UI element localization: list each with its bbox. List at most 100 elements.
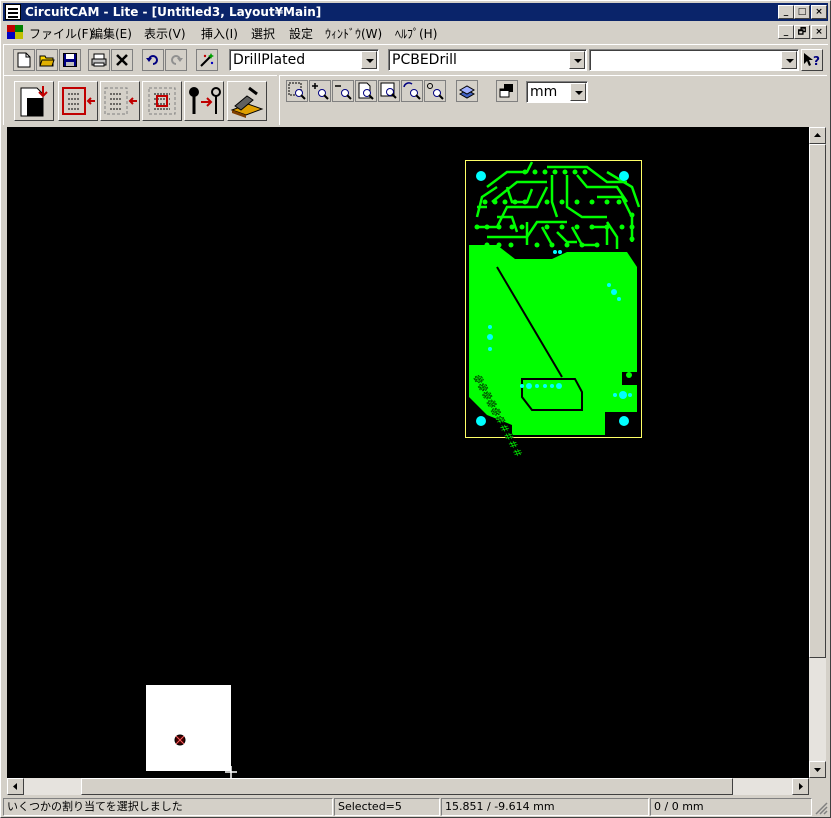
zoom-page-button[interactable] (355, 80, 377, 102)
menu-edit[interactable]: 編集(E) (91, 25, 132, 42)
arrow-up-icon (814, 133, 821, 137)
zoom-out-icon (335, 85, 352, 100)
pcb-layout-view[interactable]: ########## (7, 127, 809, 778)
window-stack-icon (499, 84, 513, 98)
doc-minimize-button[interactable]: _ (778, 25, 794, 39)
window-layout-button[interactable] (496, 80, 518, 102)
scroll-right-button[interactable] (792, 778, 809, 795)
horizontal-scrollbar[interactable] (7, 778, 809, 795)
minimize-button[interactable]: _ (778, 5, 794, 19)
import-file-button[interactable] (14, 81, 54, 121)
zoom-out-button[interactable] (332, 80, 354, 102)
zoom-in-button[interactable] (309, 80, 331, 102)
contour-routing-icon (62, 87, 95, 115)
insulate-button[interactable] (100, 81, 140, 121)
pcb-copper-layer: ########## (469, 161, 641, 460)
arrow-right-icon (799, 783, 803, 790)
scroll-up-button[interactable] (809, 127, 826, 144)
resize-grip-icon[interactable] (814, 801, 828, 815)
zoom-in-icon (312, 83, 329, 100)
horizontal-scroll-thumb[interactable] (81, 778, 733, 795)
menu-bar: ファイル(F) 編集(E) 表示(V) 挿入(I) 選択 設定 ｳｨﾝﾄﾞｳ(W… (3, 22, 828, 42)
title-bar[interactable]: CircuitCAM - Lite - [Untitled3, Layout¥M… (3, 3, 828, 21)
zoom-actual-icon (427, 83, 444, 100)
save-disk-icon (63, 53, 77, 67)
save-file-button[interactable] (59, 49, 81, 71)
vertical-scrollbar[interactable] (809, 127, 826, 778)
layer-select-dropdown-icon[interactable] (361, 51, 377, 69)
status-selected: Selected=5 (334, 798, 440, 816)
menu-settings[interactable]: 設定 (289, 25, 313, 42)
layers-redraw-icon (458, 85, 476, 99)
tool-select-value: PCBEDrill (392, 52, 457, 68)
circuitcam-app-icon[interactable] (5, 4, 21, 20)
zoom-actual-button[interactable] (424, 80, 446, 102)
window-title: CircuitCAM - Lite - [Untitled3, Layout¥M… (25, 5, 322, 19)
standard-toolbar: DrillPlated PCBEDrill ? (3, 44, 828, 75)
status-message: いくつかの割り当てを選択しました (3, 798, 333, 816)
menu-view[interactable]: 表示(V) (144, 25, 186, 42)
status-coordinates: 15.851 / -9.614 mm (441, 798, 649, 816)
third-select[interactable] (589, 49, 799, 71)
close-button[interactable]: × (811, 5, 827, 19)
menu-insert[interactable]: 挿入(I) (201, 25, 238, 42)
rubout-button[interactable] (142, 81, 182, 121)
zoom-page-icon (358, 82, 374, 100)
layer-select[interactable]: DrillPlated (229, 49, 379, 71)
arrow-down-icon (814, 768, 821, 772)
rubout-icon (148, 87, 176, 115)
scroll-corner (809, 778, 826, 795)
zoom-all-icon (380, 82, 397, 99)
tool-select-dropdown-icon[interactable] (569, 51, 585, 69)
unit-select-dropdown-icon[interactable] (570, 83, 586, 101)
context-help-button[interactable]: ? (801, 49, 823, 71)
zoom-window-button[interactable] (286, 80, 308, 102)
undo-button[interactable] (142, 49, 164, 71)
printer-icon (91, 53, 107, 67)
redraw-button[interactable] (456, 80, 478, 102)
layer-select-value: DrillPlated (233, 52, 306, 68)
origin-preview-box (146, 685, 231, 771)
delete-button[interactable] (111, 49, 133, 71)
print-button[interactable] (88, 49, 110, 71)
open-folder-icon (39, 55, 55, 67)
menu-file[interactable]: ファイル(F) (29, 25, 93, 42)
scroll-down-button[interactable] (809, 761, 826, 778)
unit-select-value: mm (530, 84, 558, 100)
drill-export-button[interactable] (184, 81, 224, 121)
open-file-button[interactable] (36, 49, 58, 71)
third-select-dropdown-icon[interactable] (781, 51, 797, 69)
insulate-icon (104, 87, 137, 115)
machine-export-button[interactable] (227, 81, 267, 121)
document-menu-icon[interactable] (7, 25, 23, 39)
maximize-button[interactable]: □ (794, 5, 810, 19)
help-pointer-icon: ? (804, 53, 820, 68)
svg-text:?: ? (813, 54, 820, 68)
zoom-previous-button[interactable] (401, 80, 423, 102)
zoom-window-icon (288, 82, 306, 100)
milling-machine-icon (230, 86, 264, 118)
tool-select[interactable]: PCBEDrill (388, 49, 587, 71)
status-distance: 0 / 0 mm (650, 798, 812, 816)
vertical-scroll-thumb[interactable] (809, 144, 826, 658)
layout-canvas[interactable]: ########## (7, 127, 809, 778)
scroll-left-button[interactable] (7, 778, 24, 795)
undo-arrow-icon (146, 55, 158, 65)
delete-x-icon (116, 54, 128, 66)
magic-wand-icon (200, 53, 214, 67)
menu-window[interactable]: ｳｨﾝﾄﾞｳ(W) (325, 25, 382, 42)
unit-select[interactable]: mm (526, 81, 588, 103)
wizard-button[interactable] (196, 49, 218, 71)
redo-arrow-icon (171, 55, 183, 65)
contour-routing-button[interactable] (58, 81, 98, 121)
menu-select[interactable]: 選択 (251, 25, 275, 42)
zoom-previous-icon (403, 82, 421, 100)
zoom-all-button[interactable] (378, 80, 400, 102)
doc-close-button[interactable]: × (811, 25, 827, 39)
doc-restore-button[interactable]: 🗗 (794, 25, 810, 39)
new-file-button[interactable] (13, 49, 35, 71)
menu-help[interactable]: ﾍﾙﾌﾟ(H) (395, 25, 437, 42)
drill-pin-icon (189, 87, 221, 114)
redo-button[interactable] (165, 49, 187, 71)
arrow-left-icon (13, 783, 17, 790)
